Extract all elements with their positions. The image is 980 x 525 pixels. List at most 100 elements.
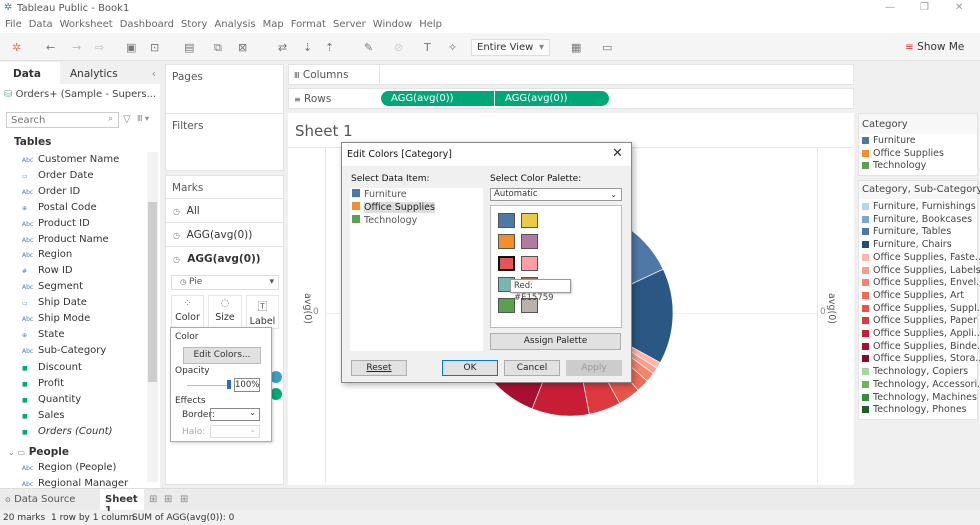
palette-swatch[interactable] xyxy=(498,213,515,228)
legend-item[interactable]: Furniture xyxy=(862,135,916,146)
new-dashboard-tab-icon[interactable]: ⊞ xyxy=(164,494,172,505)
redo-icon[interactable]: → xyxy=(72,41,81,54)
legend-item[interactable]: Technology, Copiers xyxy=(862,366,968,377)
field-item[interactable]: ⊕ State xyxy=(22,329,64,340)
swap-icon[interactable]: ⇄ xyxy=(278,41,287,54)
legend-item[interactable]: Furniture, Bookcases xyxy=(862,214,972,225)
labels-icon[interactable]: T xyxy=(424,41,431,54)
legend-item[interactable]: Technology, Machines xyxy=(862,392,977,403)
data-item[interactable]: Office Supplies xyxy=(352,202,435,213)
duplicate-icon[interactable]: ⧉ xyxy=(214,41,222,55)
palette-swatch[interactable] xyxy=(521,234,538,250)
columns-shelf[interactable]: Ⅲ Columns xyxy=(288,64,854,85)
legend-item[interactable]: Office Supplies, Art xyxy=(862,290,964,301)
clear-sheet-icon[interactable]: ⊠ xyxy=(238,41,247,54)
scrollbar-thumb[interactable] xyxy=(148,202,157,382)
minimize-button[interactable]: — xyxy=(885,2,895,13)
pin-icon[interactable]: ✧ xyxy=(448,41,457,54)
pages-shelf[interactable]: Pages xyxy=(165,64,284,114)
sort-ascending-icon[interactable]: ⇣ xyxy=(303,41,312,54)
field-item[interactable]: ▭ Order Date xyxy=(22,170,94,181)
legend-item[interactable]: Office Supplies, Envel.. xyxy=(862,277,980,288)
opacity-slider[interactable] xyxy=(187,385,231,386)
menu-help[interactable]: Help xyxy=(419,19,442,30)
menu-data[interactable]: Data xyxy=(29,19,53,30)
legend-item[interactable]: Technology xyxy=(862,160,926,171)
menu-format[interactable]: Format xyxy=(291,19,326,30)
restore-button[interactable]: ❐ xyxy=(920,2,929,13)
palette-swatch[interactable] xyxy=(498,234,515,250)
field-item[interactable]: Abc Product Name xyxy=(22,234,109,245)
data-item[interactable]: Furniture xyxy=(352,189,407,200)
highlight-icon[interactable]: ✎ xyxy=(364,41,373,54)
legend-item[interactable]: Office Supplies, Binde.. xyxy=(862,341,980,352)
close-button[interactable]: ✕ xyxy=(955,2,963,13)
datasource-item[interactable]: ⛁ Orders+ (Sample - Supers... xyxy=(4,89,156,100)
legend-item[interactable]: Technology, Accessori.. xyxy=(862,379,980,390)
border-dropdown[interactable]: ⌄ xyxy=(210,408,260,421)
people-table[interactable]: ⌄ ▭ People xyxy=(8,446,69,458)
new-story-tab-icon[interactable]: ⊞ xyxy=(180,494,188,505)
new-worksheet-icon[interactable]: ▤ xyxy=(184,41,194,54)
undo-icon[interactable]: ← xyxy=(46,41,55,54)
legend-item[interactable]: Furniture, Tables xyxy=(862,226,951,237)
measure-item[interactable]: ■ Profit xyxy=(22,378,64,389)
rows-shelf[interactable]: ≡ Rows AGG(avg(0)) AGG(avg(0)) xyxy=(288,88,854,109)
tab-data-source[interactable]: ⊙ Data Source xyxy=(5,494,75,505)
opacity-slider-thumb[interactable] xyxy=(227,380,231,389)
palette-swatch[interactable] xyxy=(498,298,515,314)
field-item[interactable]: # Row ID xyxy=(22,265,73,276)
menu-analysis[interactable]: Analysis xyxy=(214,19,255,30)
filters-shelf[interactable]: Filters xyxy=(165,113,284,171)
fit-dropdown[interactable]: Entire View ▾ xyxy=(471,39,550,56)
marks-item-all[interactable]: ◷ All xyxy=(166,198,283,222)
legend-item[interactable]: Office Supplies xyxy=(862,148,944,159)
tableau-home-icon[interactable]: ✲ xyxy=(12,41,21,54)
legend-item[interactable]: Technology, Phones xyxy=(862,404,967,415)
field-item[interactable]: ▭ Ship Date xyxy=(22,297,87,308)
view-options-icon[interactable]: Ⅲ ▾ xyxy=(137,114,149,123)
save-icon[interactable]: ▣ xyxy=(126,41,136,54)
field-item[interactable]: Abc Sub-Category xyxy=(22,345,106,356)
cancel-button[interactable]: Cancel xyxy=(504,360,560,376)
label-button[interactable]: 🅃 Label xyxy=(246,295,279,329)
replay-icon[interactable]: ⇨ xyxy=(95,41,104,54)
size-button[interactable]: ◌ Size xyxy=(208,295,242,329)
new-datasource-icon[interactable]: ⊡ xyxy=(150,41,159,54)
legend-item[interactable]: Office Supplies, Stora.. xyxy=(862,353,980,364)
legend-item[interactable]: Office Supplies, Faste.. xyxy=(862,252,980,263)
measure-item[interactable]: ■ Sales xyxy=(22,410,65,421)
field-item[interactable]: Abc Region (People) xyxy=(22,462,116,473)
tab-analytics[interactable]: Analytics ‹ xyxy=(60,62,160,84)
field-item[interactable]: Abc Segment xyxy=(22,281,83,292)
field-item[interactable]: Abc Order ID xyxy=(22,186,80,197)
measure-item[interactable]: ■ Discount xyxy=(22,362,82,373)
opacity-input[interactable]: 100% xyxy=(234,378,260,392)
field-item[interactable]: Abc Region xyxy=(22,249,72,260)
row-pill[interactable]: AGG(avg(0)) xyxy=(381,91,494,106)
scrollbar[interactable] xyxy=(147,152,158,482)
data-item-list[interactable]: Furniture Office Supplies Technology xyxy=(350,188,483,351)
tab-sheet-1[interactable]: Sheet 1 xyxy=(100,489,144,516)
dialog-close-icon[interactable]: ✕ xyxy=(612,146,623,161)
palette-dropdown[interactable]: Automatic ⌄ xyxy=(490,188,622,201)
presentation-icon[interactable]: ▭ xyxy=(602,41,612,54)
legend-item[interactable]: Office Supplies, Appli.. xyxy=(862,328,980,339)
measure-item[interactable]: ■ Orders (Count) xyxy=(22,426,112,437)
palette-swatch[interactable] xyxy=(498,255,515,271)
field-item[interactable]: Abc Customer Name xyxy=(22,154,119,165)
palette-swatch[interactable] xyxy=(521,213,538,228)
legend-item[interactable]: Office Supplies, Suppl.. xyxy=(862,303,980,314)
legend-item[interactable]: Furniture, Furnishings xyxy=(862,201,976,212)
legend-item[interactable]: Furniture, Chairs xyxy=(862,239,952,250)
field-item[interactable]: ⊕ Postal Code xyxy=(22,202,97,213)
palette-swatch[interactable] xyxy=(521,255,538,271)
menu-worksheet[interactable]: Worksheet xyxy=(60,19,113,30)
menu-server[interactable]: Server xyxy=(333,19,366,30)
marks-item-agg-2[interactable]: ◷ AGG(avg(0)) xyxy=(166,246,283,270)
mark-type-dropdown[interactable]: ◷ Pie ▾ xyxy=(171,275,279,290)
color-button[interactable]: ⁘ Color xyxy=(171,295,204,329)
edit-colors-button[interactable]: Edit Colors... xyxy=(183,347,261,364)
filter-icon[interactable]: ▽ xyxy=(123,114,131,125)
new-worksheet-tab-icon[interactable]: ⊞ xyxy=(149,494,157,505)
